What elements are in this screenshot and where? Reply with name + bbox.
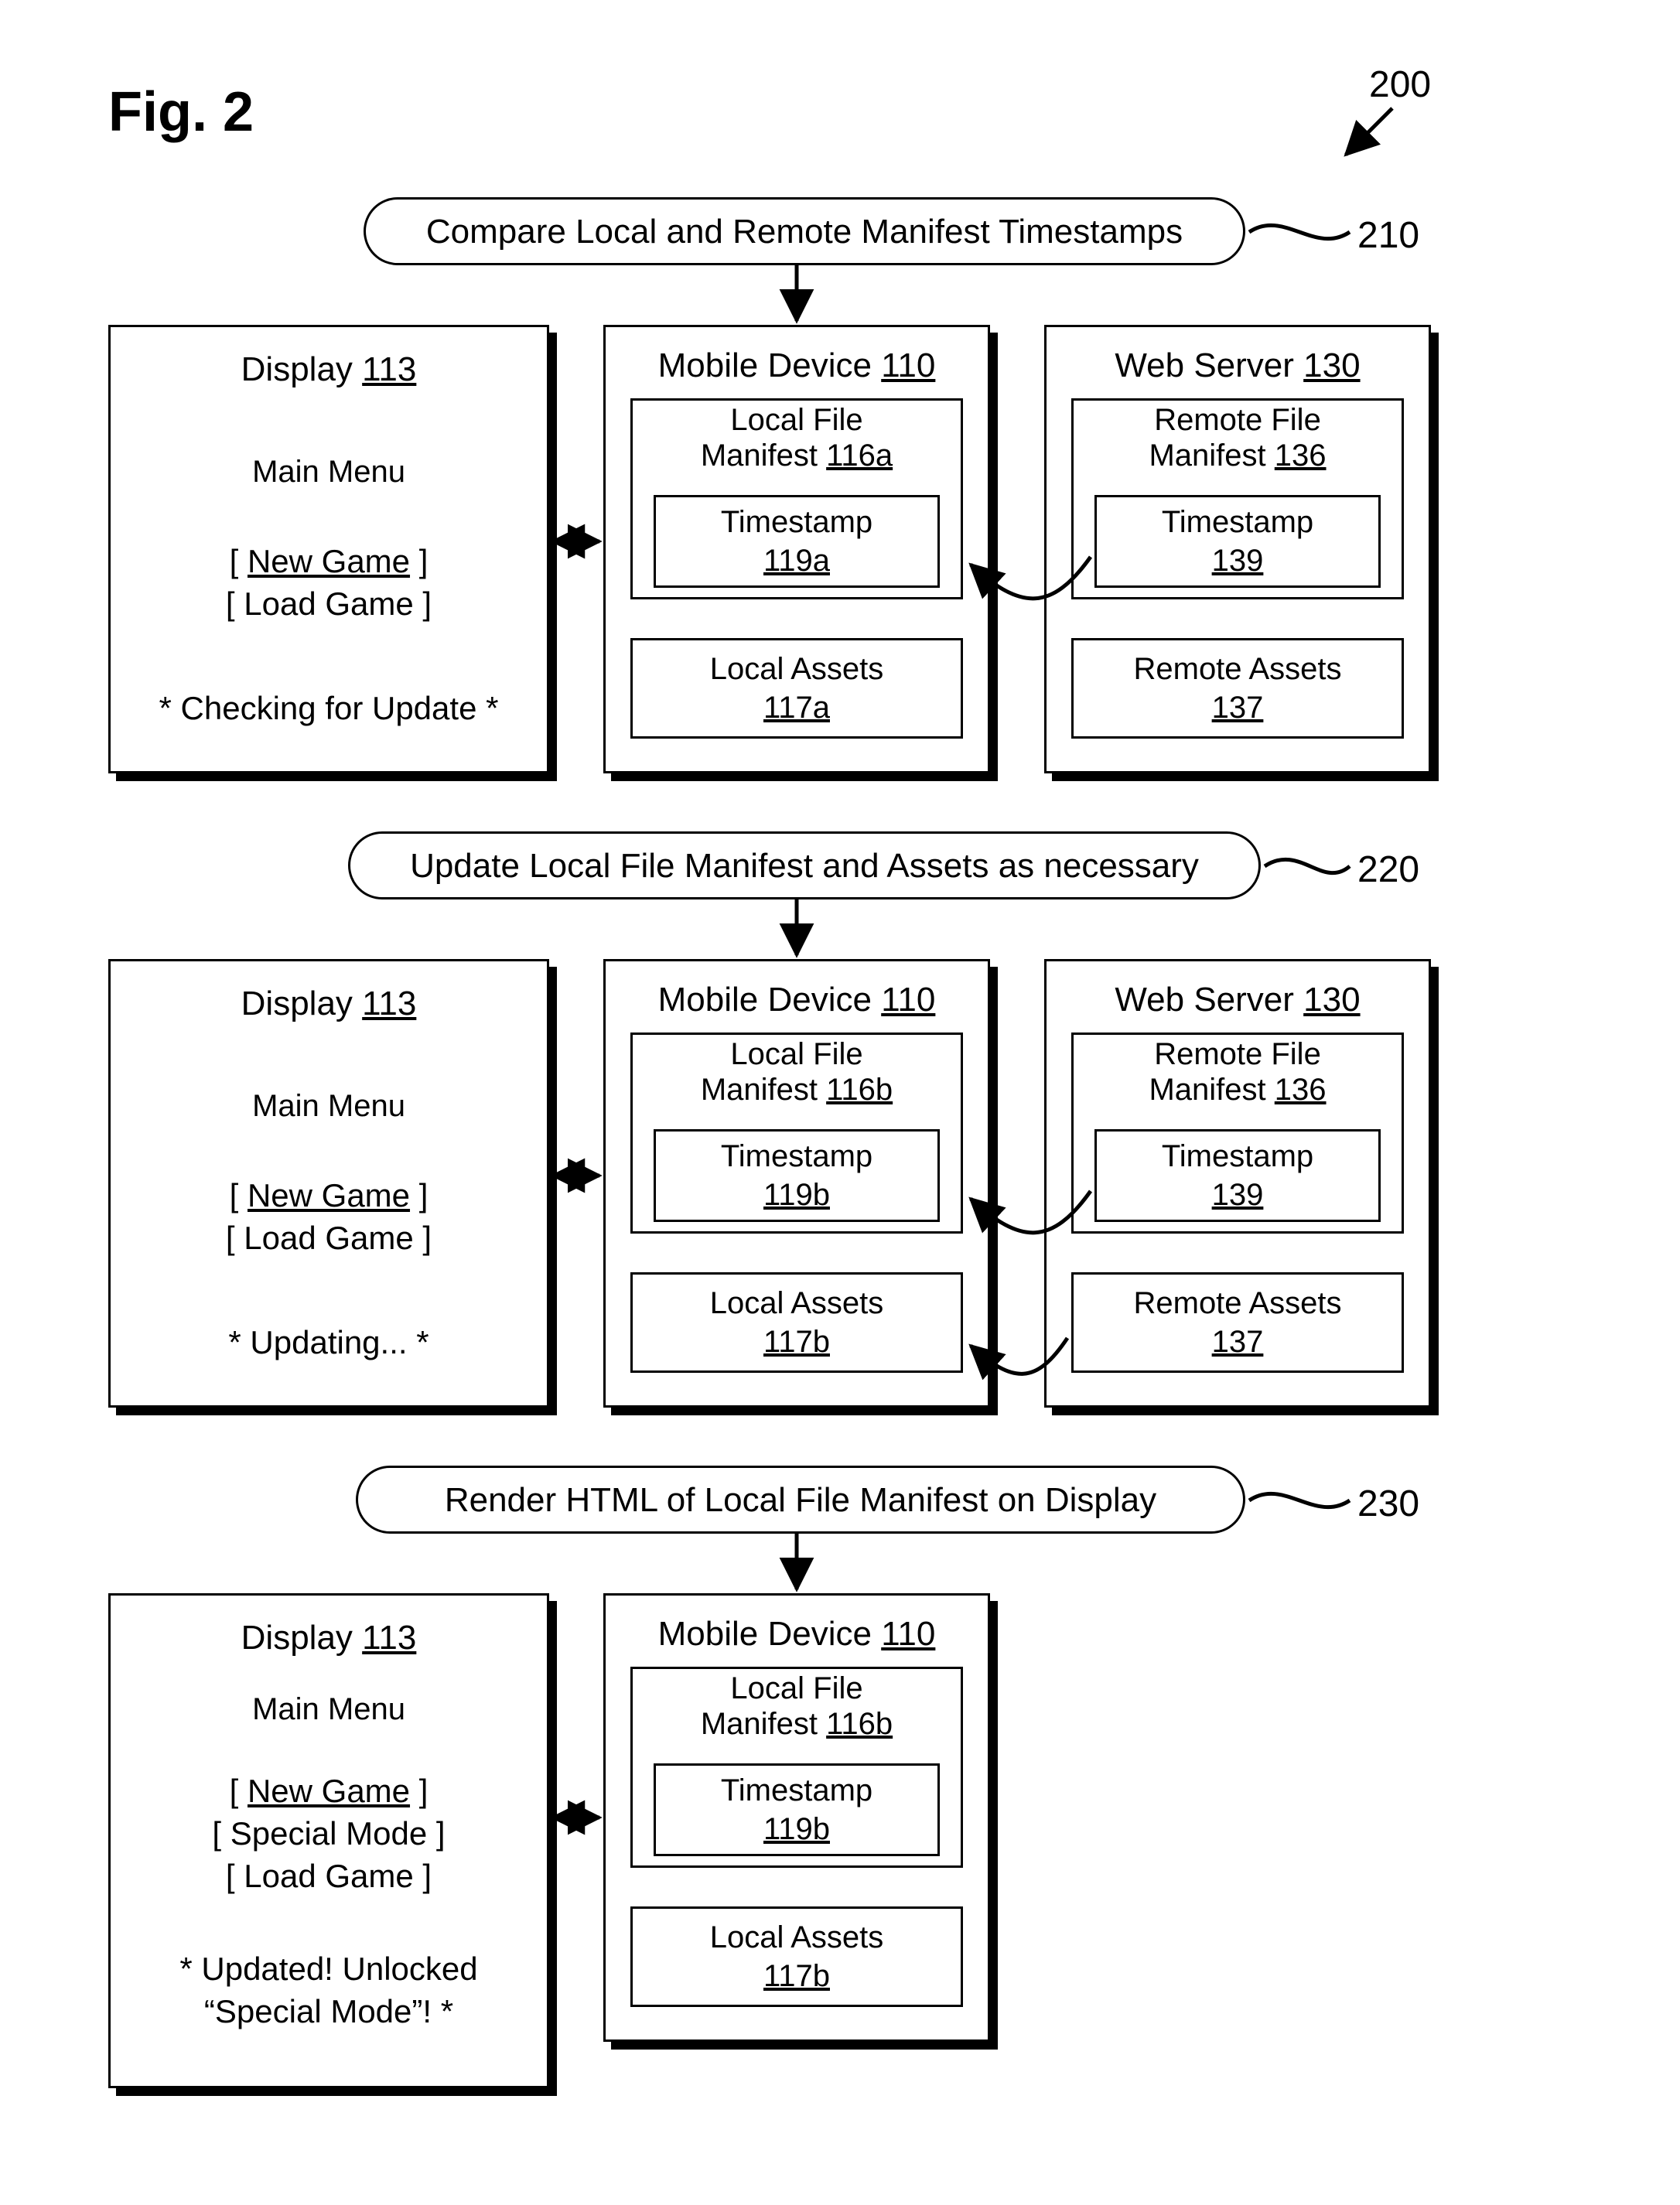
menu-new-2: [ New Game ] (108, 1176, 549, 1217)
status-1: * Checking for Update * (108, 688, 549, 729)
remote-assets-text-1: Remote Assets 137 (1071, 638, 1404, 739)
remote-manifest-text-1: Remote FileManifest 136 (1071, 402, 1404, 473)
menu-special-3: [ Special Mode ] (108, 1814, 549, 1855)
main-menu-label-2: Main Menu (108, 1087, 549, 1125)
main-menu-label-1: Main Menu (108, 452, 549, 491)
display-title-3: Display 113 (108, 1616, 549, 1659)
menu-new-3: [ New Game ] (108, 1771, 549, 1812)
server-title-2: Web Server 130 (1044, 978, 1431, 1021)
mobile-title-2: Mobile Device 110 (603, 978, 990, 1021)
status-3a: * Updated! Unlocked (108, 1949, 549, 1990)
local-manifest-text-2: Local FileManifest 116b (630, 1036, 963, 1108)
figure-ref-200: 200 (1369, 62, 1431, 108)
menu-load-3: [ Load Game ] (108, 1856, 549, 1897)
step-220-text: Update Local File Manifest and Assets as… (410, 845, 1199, 887)
menu-load-1: [ Load Game ] (108, 584, 549, 625)
step-210-ref: 210 (1357, 213, 1419, 259)
server-timestamp-text-2: Timestamp 139 (1094, 1129, 1381, 1222)
step-220-capsule: Update Local File Manifest and Assets as… (348, 831, 1261, 899)
main-menu-label-3: Main Menu (108, 1690, 549, 1729)
mobile-title-1: Mobile Device 110 (603, 344, 990, 387)
timestamp-text-3: Timestamp 119b (654, 1763, 940, 1856)
server-title-1: Web Server 130 (1044, 344, 1431, 387)
timestamp-text-1: Timestamp 119a (654, 495, 940, 588)
step-230-capsule: Render HTML of Local File Manifest on Di… (356, 1466, 1245, 1534)
timestamp-text-2: Timestamp 119b (654, 1129, 940, 1222)
menu-new-1: [ New Game ] (108, 541, 549, 582)
remote-manifest-text-2: Remote FileManifest 136 (1071, 1036, 1404, 1108)
step-210-capsule: Compare Local and Remote Manifest Timest… (364, 197, 1245, 265)
local-assets-text-2: Local Assets 117b (630, 1272, 963, 1373)
status-3b: “Special Mode”! * (108, 1992, 549, 2033)
figure-title: Fig. 2 (108, 77, 254, 147)
menu-load-2: [ Load Game ] (108, 1218, 549, 1259)
step-220-ref: 220 (1357, 847, 1419, 893)
status-2: * Updating... * (108, 1323, 549, 1364)
step-230-text: Render HTML of Local File Manifest on Di… (445, 1479, 1156, 1521)
local-manifest-text-3: Local FileManifest 116b (630, 1671, 963, 1742)
display-title-2: Display 113 (108, 982, 549, 1025)
local-assets-text-1: Local Assets 117a (630, 638, 963, 739)
mobile-title-3: Mobile Device 110 (603, 1613, 990, 1655)
step-210-text: Compare Local and Remote Manifest Timest… (426, 210, 1183, 253)
step-230-ref: 230 (1357, 1481, 1419, 1527)
local-assets-text-3: Local Assets 117b (630, 1906, 963, 2007)
display-title-1: Display 113 (108, 348, 549, 391)
server-timestamp-text-1: Timestamp 139 (1094, 495, 1381, 588)
local-manifest-text-1-final: Local FileManifest 116a (630, 402, 963, 473)
remote-assets-text-2: Remote Assets 137 (1071, 1272, 1404, 1373)
